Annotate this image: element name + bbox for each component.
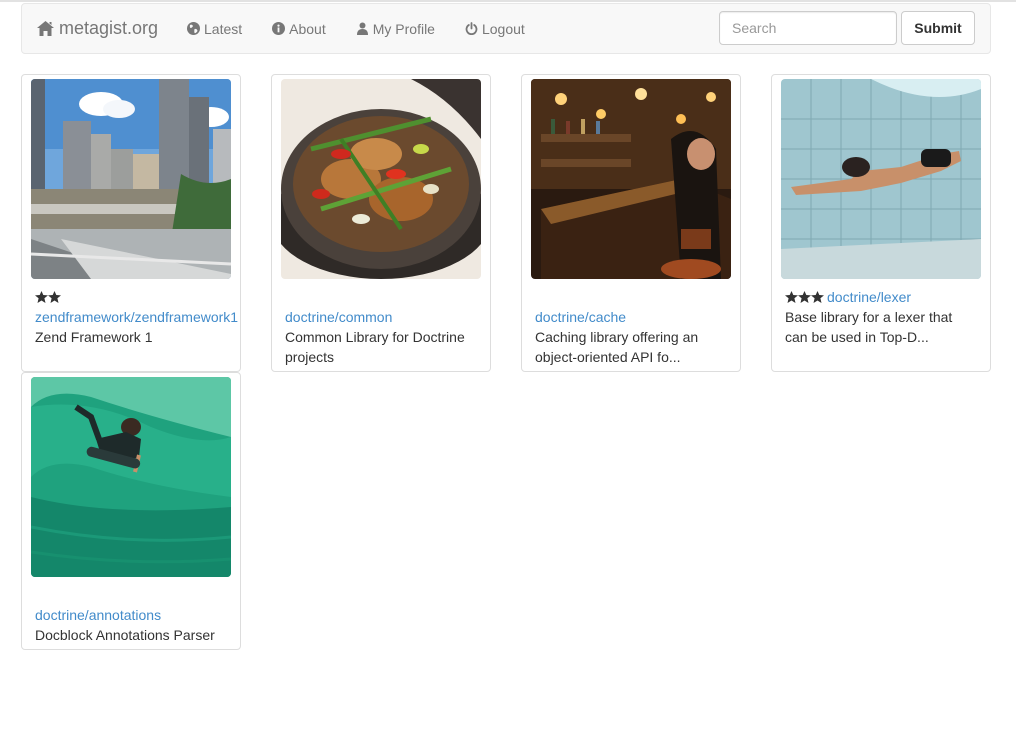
info-icon <box>272 22 286 35</box>
package-caption: doctrine/lexer Base library for a lexer … <box>785 287 990 347</box>
package-link[interactable]: zendframework/zendframework1 <box>35 309 238 325</box>
bar-interior-image <box>531 79 731 279</box>
package-card: doctrine/lexer Base library for a lexer … <box>771 74 991 372</box>
nav-about[interactable]: About <box>272 21 326 37</box>
rating-stars <box>35 291 61 303</box>
food-bowl-image <box>281 79 481 279</box>
star-icon <box>798 291 811 303</box>
power-icon <box>465 22 478 35</box>
star-icon <box>785 291 798 303</box>
nav-my-profile-label: My Profile <box>372 20 435 37</box>
package-link[interactable]: doctrine/annotations <box>35 607 161 623</box>
package-description: Zend Framework 1 <box>35 329 153 345</box>
package-caption: zendframework/zendframework1 Zend Framew… <box>35 287 240 347</box>
package-card: doctrine/common Common Library for Doctr… <box>271 74 491 372</box>
rating-stars <box>785 291 824 303</box>
package-description: Caching library offering an object-orien… <box>535 329 699 365</box>
package-description: Common Library for Doctrine projects <box>285 329 465 365</box>
nav-latest-label: Latest <box>204 20 243 37</box>
package-thumbnail[interactable] <box>31 79 231 279</box>
package-caption: doctrine/annotations Docblock Annotation… <box>35 585 240 645</box>
nav-my-profile[interactable]: My Profile <box>356 21 435 37</box>
city-skyline-image <box>31 79 231 279</box>
package-link[interactable]: doctrine/common <box>285 309 392 325</box>
package-card: zendframework/zendframework1 Zend Framew… <box>21 74 241 372</box>
package-link[interactable]: doctrine/lexer <box>827 289 911 305</box>
star-icon <box>811 291 824 303</box>
package-caption: doctrine/cache Caching library offering … <box>535 287 740 367</box>
nav-about-label: About <box>289 20 326 37</box>
package-card: doctrine/cache Caching library offering … <box>521 74 741 372</box>
top-border <box>0 0 1016 2</box>
home-icon <box>37 21 54 36</box>
brand-label: metagist.org <box>59 18 159 38</box>
submit-button[interactable]: Submit <box>901 11 975 45</box>
package-card: doctrine/annotations Docblock Annotation… <box>21 372 241 650</box>
navbar: metagist.org Latest About My Profile Log… <box>21 3 991 54</box>
main-nav: Latest About My Profile Logout <box>187 4 555 53</box>
search-input[interactable] <box>719 11 897 45</box>
brand-link[interactable]: metagist.org <box>37 4 158 53</box>
nav-logout[interactable]: Logout <box>465 21 525 37</box>
user-icon <box>356 22 368 35</box>
package-link[interactable]: doctrine/cache <box>535 309 626 325</box>
package-thumbnail[interactable] <box>781 79 981 279</box>
package-thumbnail[interactable] <box>531 79 731 279</box>
nav-latest[interactable]: Latest <box>187 21 242 37</box>
package-description: Docblock Annotations Parser <box>35 627 215 643</box>
package-thumbnail[interactable] <box>281 79 481 279</box>
surfer-wave-image <box>31 377 231 577</box>
globe-icon <box>187 22 200 35</box>
nav-logout-label: Logout <box>481 20 525 37</box>
underwater-swimmer-image <box>781 79 981 279</box>
package-caption: doctrine/common Common Library for Doctr… <box>285 287 490 367</box>
package-thumbnail[interactable] <box>31 377 231 577</box>
package-description: Base library for a lexer that can be use… <box>785 309 953 345</box>
star-icon <box>48 291 61 303</box>
star-icon <box>35 291 48 303</box>
